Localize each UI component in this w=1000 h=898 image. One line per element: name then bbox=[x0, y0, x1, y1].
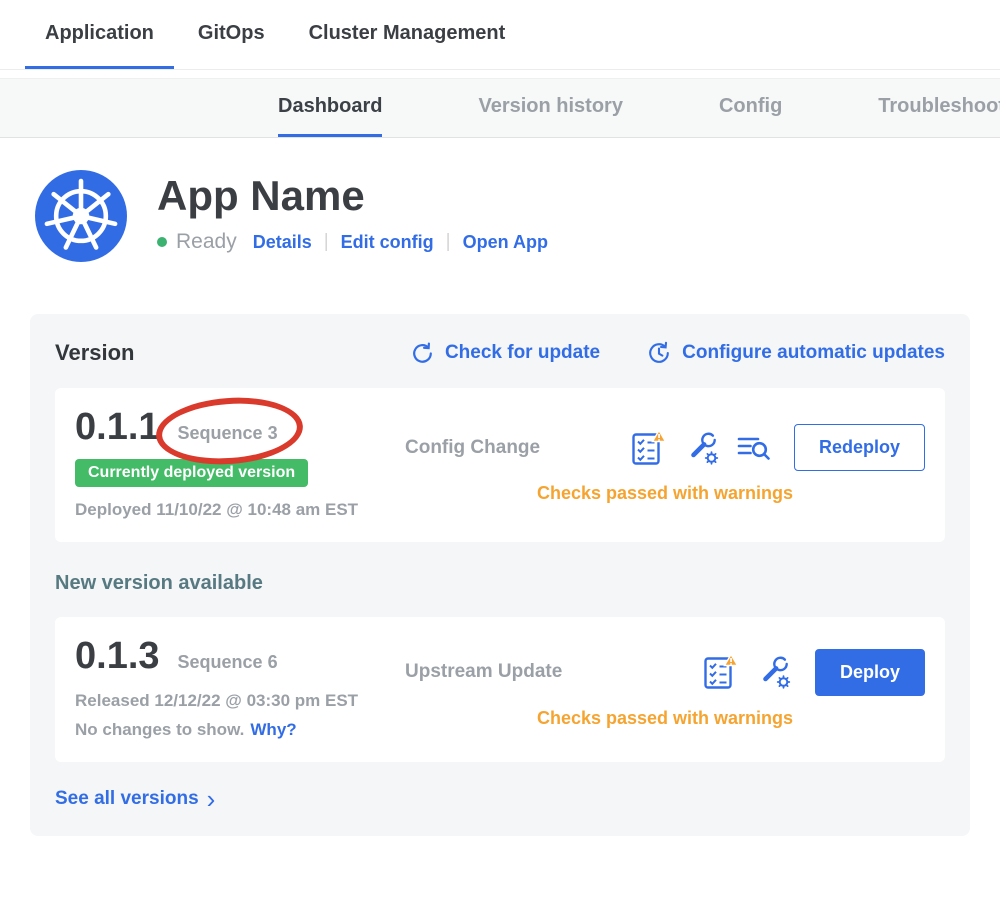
version-panel: Version Check for update bbox=[30, 314, 970, 836]
new-version-heading: New version available bbox=[55, 572, 945, 595]
new-sequence-label: Sequence 6 bbox=[178, 652, 278, 672]
deployed-timestamp: Deployed 11/10/22 @ 10:48 am EST bbox=[75, 500, 405, 520]
tab-dashboard[interactable]: Dashboard bbox=[278, 79, 382, 137]
kubernetes-logo-icon bbox=[35, 170, 127, 262]
tab-application[interactable]: Application bbox=[25, 0, 174, 69]
tab-version-history[interactable]: Version history bbox=[478, 79, 623, 137]
tab-cluster-management[interactable]: Cluster Management bbox=[289, 0, 526, 69]
divider: | bbox=[324, 231, 329, 253]
sub-nav: Dashboard Version history Config Trouble… bbox=[0, 78, 1000, 138]
check-for-update-label: Check for update bbox=[445, 342, 600, 364]
current-sequence-label: Sequence 3 bbox=[178, 423, 278, 443]
change-type-label: Config Change bbox=[405, 437, 540, 459]
deploy-button[interactable]: Deploy bbox=[815, 649, 925, 696]
edit-config-link[interactable]: Edit config bbox=[341, 232, 434, 253]
status-text: Ready bbox=[176, 230, 237, 254]
checks-status-text: Checks passed with warnings bbox=[405, 708, 925, 729]
divider: | bbox=[446, 231, 451, 253]
preflight-checklist-warning-icon[interactable] bbox=[630, 429, 667, 467]
checks-status-text: Checks passed with warnings bbox=[405, 483, 925, 504]
chevron-right-icon: › bbox=[207, 789, 216, 810]
see-all-versions-link[interactable]: See all versions › bbox=[55, 788, 215, 810]
version-panel-title: Version bbox=[55, 340, 134, 366]
redeploy-button[interactable]: Redeploy bbox=[794, 424, 925, 471]
details-link[interactable]: Details bbox=[253, 232, 312, 253]
config-wrench-gear-icon[interactable] bbox=[685, 431, 719, 465]
refresh-icon bbox=[410, 341, 435, 366]
why-link[interactable]: Why? bbox=[250, 720, 296, 739]
current-version-card: 0.1.1 Sequence 3 Currently deployed vers… bbox=[55, 388, 945, 542]
preflight-checklist-warning-icon[interactable] bbox=[702, 653, 739, 691]
see-all-versions-label: See all versions bbox=[55, 788, 199, 810]
currently-deployed-badge: Currently deployed version bbox=[75, 459, 308, 487]
tab-gitops[interactable]: GitOps bbox=[178, 0, 285, 69]
check-for-update-link[interactable]: Check for update bbox=[410, 340, 600, 366]
current-version-number: 0.1.1 bbox=[75, 408, 160, 446]
tab-config[interactable]: Config bbox=[719, 79, 782, 137]
view-diff-search-icon[interactable] bbox=[737, 433, 770, 463]
app-name: App Name bbox=[157, 174, 548, 218]
top-nav: Application GitOps Cluster Management bbox=[0, 0, 1000, 70]
status-dot-icon bbox=[157, 237, 167, 247]
released-timestamp: Released 12/12/22 @ 03:30 pm EST bbox=[75, 691, 405, 711]
tab-troubleshoot[interactable]: Troubleshoot bbox=[878, 79, 1000, 137]
change-type-label: Upstream Update bbox=[405, 661, 562, 683]
clock-refresh-icon bbox=[646, 340, 672, 366]
new-version-card: 0.1.3 Sequence 6 Released 12/12/22 @ 03:… bbox=[55, 617, 945, 762]
configure-automatic-updates-link[interactable]: Configure automatic updates bbox=[646, 340, 945, 366]
configure-automatic-updates-label: Configure automatic updates bbox=[682, 342, 945, 364]
open-app-link[interactable]: Open App bbox=[463, 232, 548, 253]
new-version-number: 0.1.3 bbox=[75, 637, 160, 675]
no-changes-text: No changes to show. bbox=[75, 720, 244, 739]
config-wrench-gear-icon[interactable] bbox=[757, 655, 791, 689]
app-header: App Name Ready Details | Edit config | O… bbox=[35, 170, 1000, 262]
